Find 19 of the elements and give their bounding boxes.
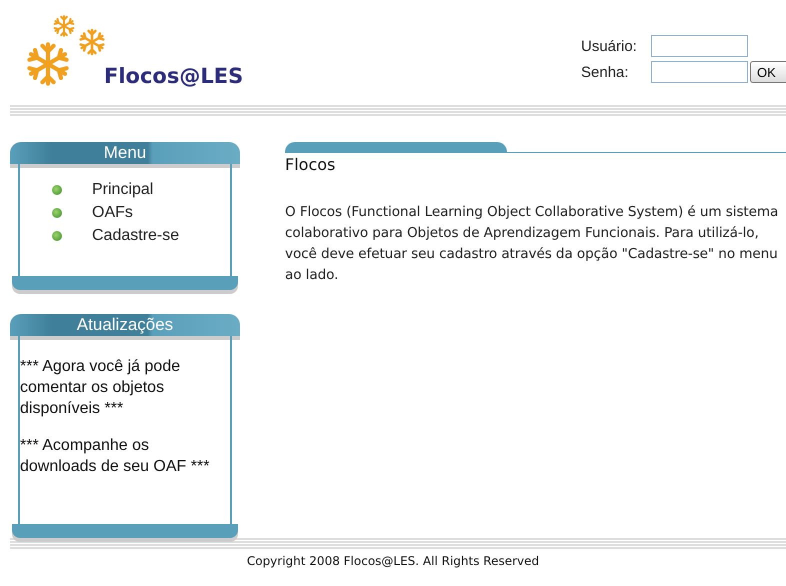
bullet-icon [52, 184, 62, 195]
user-field[interactable] [651, 35, 748, 57]
ok-button[interactable]: OK [750, 61, 786, 83]
menu-title: Menu [10, 142, 240, 164]
updates-title: Atualizações [10, 314, 240, 336]
update-text: *** Acompanhe os downloads de seu OAF *** [20, 436, 210, 478]
bullet-icon [52, 230, 62, 241]
update-text: *** Agora você já pode comentar os objetos disponíveis *** [20, 357, 182, 420]
user-label: Usuário: [581, 38, 638, 54]
password-label: Senha: [581, 64, 630, 80]
menu-link[interactable]: Principal [92, 180, 154, 199]
content-text: O Flocos (Functional Learning Object Collaborative System) é um sistema colaborativo para Objetos de Aprendizagem Funcionais. Para utilizá-lo, você deve efetuar seu cadastro através da opção "Cadastre-se" no menu ao lado. [285, 203, 780, 286]
content-title: Flocos [285, 155, 336, 174]
menu-link[interactable]: Cadastre-se [92, 226, 180, 245]
logo-text: Flocos@LES [104, 64, 244, 88]
copyright-text: Copyright 2008 Flocos@LES. All Rights Reserved [246, 554, 540, 568]
menu-link[interactable]: OAFs [92, 204, 133, 222]
bullet-icon [52, 208, 62, 218]
password-field[interactable] [651, 61, 748, 83]
